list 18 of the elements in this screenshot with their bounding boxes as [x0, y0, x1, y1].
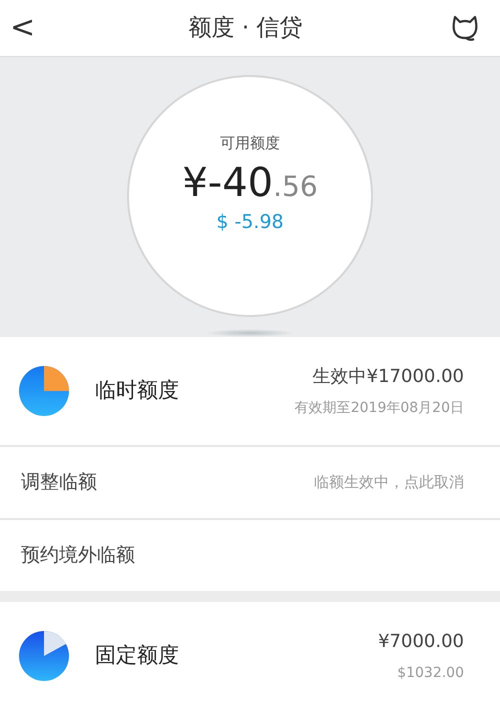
row-label: 调整临额 — [21, 470, 97, 496]
balance-amount: ¥-40 — [182, 162, 274, 203]
limit-amount: 生效中¥17000.00 — [312, 365, 464, 389]
row-label: 预约境外临额 — [21, 543, 135, 568]
limit-title: 临时额度 — [95, 377, 180, 404]
balance-label: 可用额度 — [220, 133, 280, 154]
limit-note: 有效期至2019年08月20日 — [294, 399, 464, 418]
pie-chart-icon — [19, 631, 69, 681]
row-hint: 临额生效中，点此取消 — [314, 472, 464, 494]
limit-title: 固定额度 — [95, 642, 180, 670]
balance-decimals: .56 — [273, 168, 318, 205]
limit-amount: ¥7000.00 — [378, 630, 464, 654]
pie-chart-icon — [19, 366, 69, 416]
back-button[interactable]: < — [4, 13, 42, 43]
cat-head-icon[interactable] — [450, 13, 480, 43]
usd-amount: $ -5.98 — [216, 210, 284, 235]
limit-note: $1032.00 — [397, 664, 464, 683]
page-title: 额度 · 信贷 — [188, 14, 303, 43]
